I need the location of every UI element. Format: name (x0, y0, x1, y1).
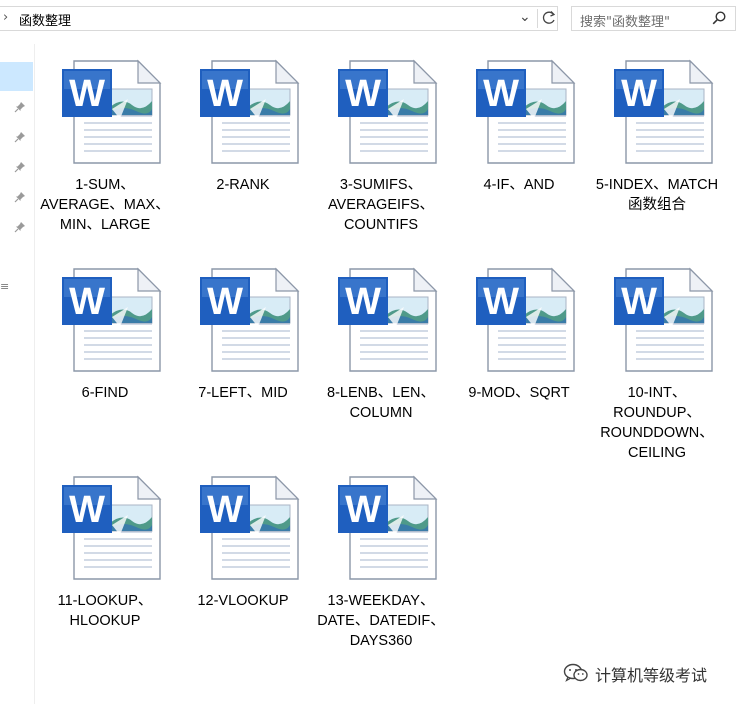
file-name[interactable]: 5-INDEX、MATCH函数组合 (592, 175, 722, 215)
file-item[interactable]: W 6-FIND (40, 267, 170, 467)
svg-text:W: W (207, 73, 243, 115)
address-bar[interactable]: › 函数整理 ⌄ (0, 6, 558, 31)
search-box[interactable]: 搜索"函数整理" (571, 6, 736, 31)
search-placeholder[interactable]: 搜索"函数整理" (580, 11, 670, 30)
nav-item-selected[interactable] (0, 62, 33, 91)
pin-icon[interactable] (14, 131, 26, 143)
watermark-text: 计算机等级考试 (595, 666, 708, 685)
pin-icon[interactable] (14, 191, 26, 203)
file-name[interactable]: 4-IF、AND (454, 175, 584, 195)
pin-icon[interactable] (14, 161, 26, 173)
word-document-icon: W (614, 267, 714, 372)
svg-text:W: W (345, 489, 381, 531)
file-name[interactable]: 7-LEFT、MID (178, 383, 308, 403)
word-document-icon: W (62, 59, 162, 164)
file-item[interactable]: W 5-INDEX、MATCH函数组合 (592, 59, 722, 259)
chevron-down-icon[interactable]: ⌄ (519, 9, 531, 25)
file-item[interactable]: W 8-LENB、LEN、COLUMN (316, 267, 446, 467)
file-name[interactable]: 2-RANK (178, 175, 308, 195)
file-name[interactable]: 10-INT、ROUNDUP、ROUNDDOWN、CEILING (592, 383, 722, 463)
word-document-icon: W (62, 267, 162, 372)
word-document-icon: W (476, 267, 576, 372)
word-document-icon: W (338, 59, 438, 164)
file-item[interactable]: W 9-MOD、SQRT (454, 267, 584, 467)
file-name[interactable]: 3-SUMIFS、AVERAGEIFS、COUNTIFS (316, 175, 446, 235)
word-document-icon: W (338, 267, 438, 372)
search-icon[interactable] (711, 10, 727, 26)
file-item[interactable]: W 7-LEFT、MID (178, 267, 308, 467)
svg-text:W: W (483, 73, 519, 115)
svg-text:W: W (207, 489, 243, 531)
wechat-icon (563, 663, 588, 682)
file-item[interactable]: W 1-SUM、AVERAGE、MAX、MIN、LARGE (40, 59, 170, 259)
word-document-icon: W (200, 59, 300, 164)
file-item[interactable]: W 3-SUMIFS、AVERAGEIFS、COUNTIFS (316, 59, 446, 259)
svg-text:W: W (621, 281, 657, 323)
file-name[interactable]: 1-SUM、AVERAGE、MAX、MIN、LARGE (40, 175, 170, 235)
file-item[interactable]: W 13-WEEKDAY、DATE、DATEDIF、DAYS360 (316, 475, 446, 675)
pin-icon[interactable] (14, 221, 26, 233)
word-document-icon: W (200, 267, 300, 372)
file-item[interactable]: W 4-IF、AND (454, 59, 584, 259)
svg-text:W: W (69, 73, 105, 115)
file-name[interactable]: 12-VLOOKUP (178, 591, 308, 611)
svg-text:W: W (69, 489, 105, 531)
svg-text:W: W (483, 281, 519, 323)
word-document-icon: W (338, 475, 438, 580)
svg-text:W: W (621, 73, 657, 115)
file-name[interactable]: 8-LENB、LEN、COLUMN (316, 383, 446, 423)
word-document-icon: W (614, 59, 714, 164)
word-document-icon: W (200, 475, 300, 580)
file-item[interactable]: W 2-RANK (178, 59, 308, 259)
navigation-pane (0, 44, 35, 704)
breadcrumb[interactable]: 函数整理 (19, 10, 71, 29)
svg-text:W: W (207, 281, 243, 323)
word-document-icon: W (62, 475, 162, 580)
file-name[interactable]: 6-FIND (40, 383, 170, 403)
word-document-icon: W (476, 59, 576, 164)
file-name[interactable]: 13-WEEKDAY、DATE、DATEDIF、DAYS360 (316, 591, 446, 651)
pin-icon[interactable] (14, 101, 26, 113)
file-name[interactable]: 11-LOOKUP、HLOOKUP (40, 591, 170, 631)
chevron-right-icon[interactable]: › (3, 10, 8, 25)
divider (537, 9, 538, 28)
nav-collapsed-label[interactable]: ≡ (0, 280, 9, 293)
file-item[interactable]: W 10-INT、ROUNDUP、ROUNDDOWN、CEILING (592, 267, 722, 467)
svg-text:W: W (345, 281, 381, 323)
file-name[interactable]: 9-MOD、SQRT (454, 383, 584, 403)
svg-text:W: W (69, 281, 105, 323)
refresh-icon[interactable] (541, 8, 557, 28)
svg-text:W: W (345, 73, 381, 115)
file-item[interactable]: W 11-LOOKUP、HLOOKUP (40, 475, 170, 675)
file-item[interactable]: W 12-VLOOKUP (178, 475, 308, 675)
